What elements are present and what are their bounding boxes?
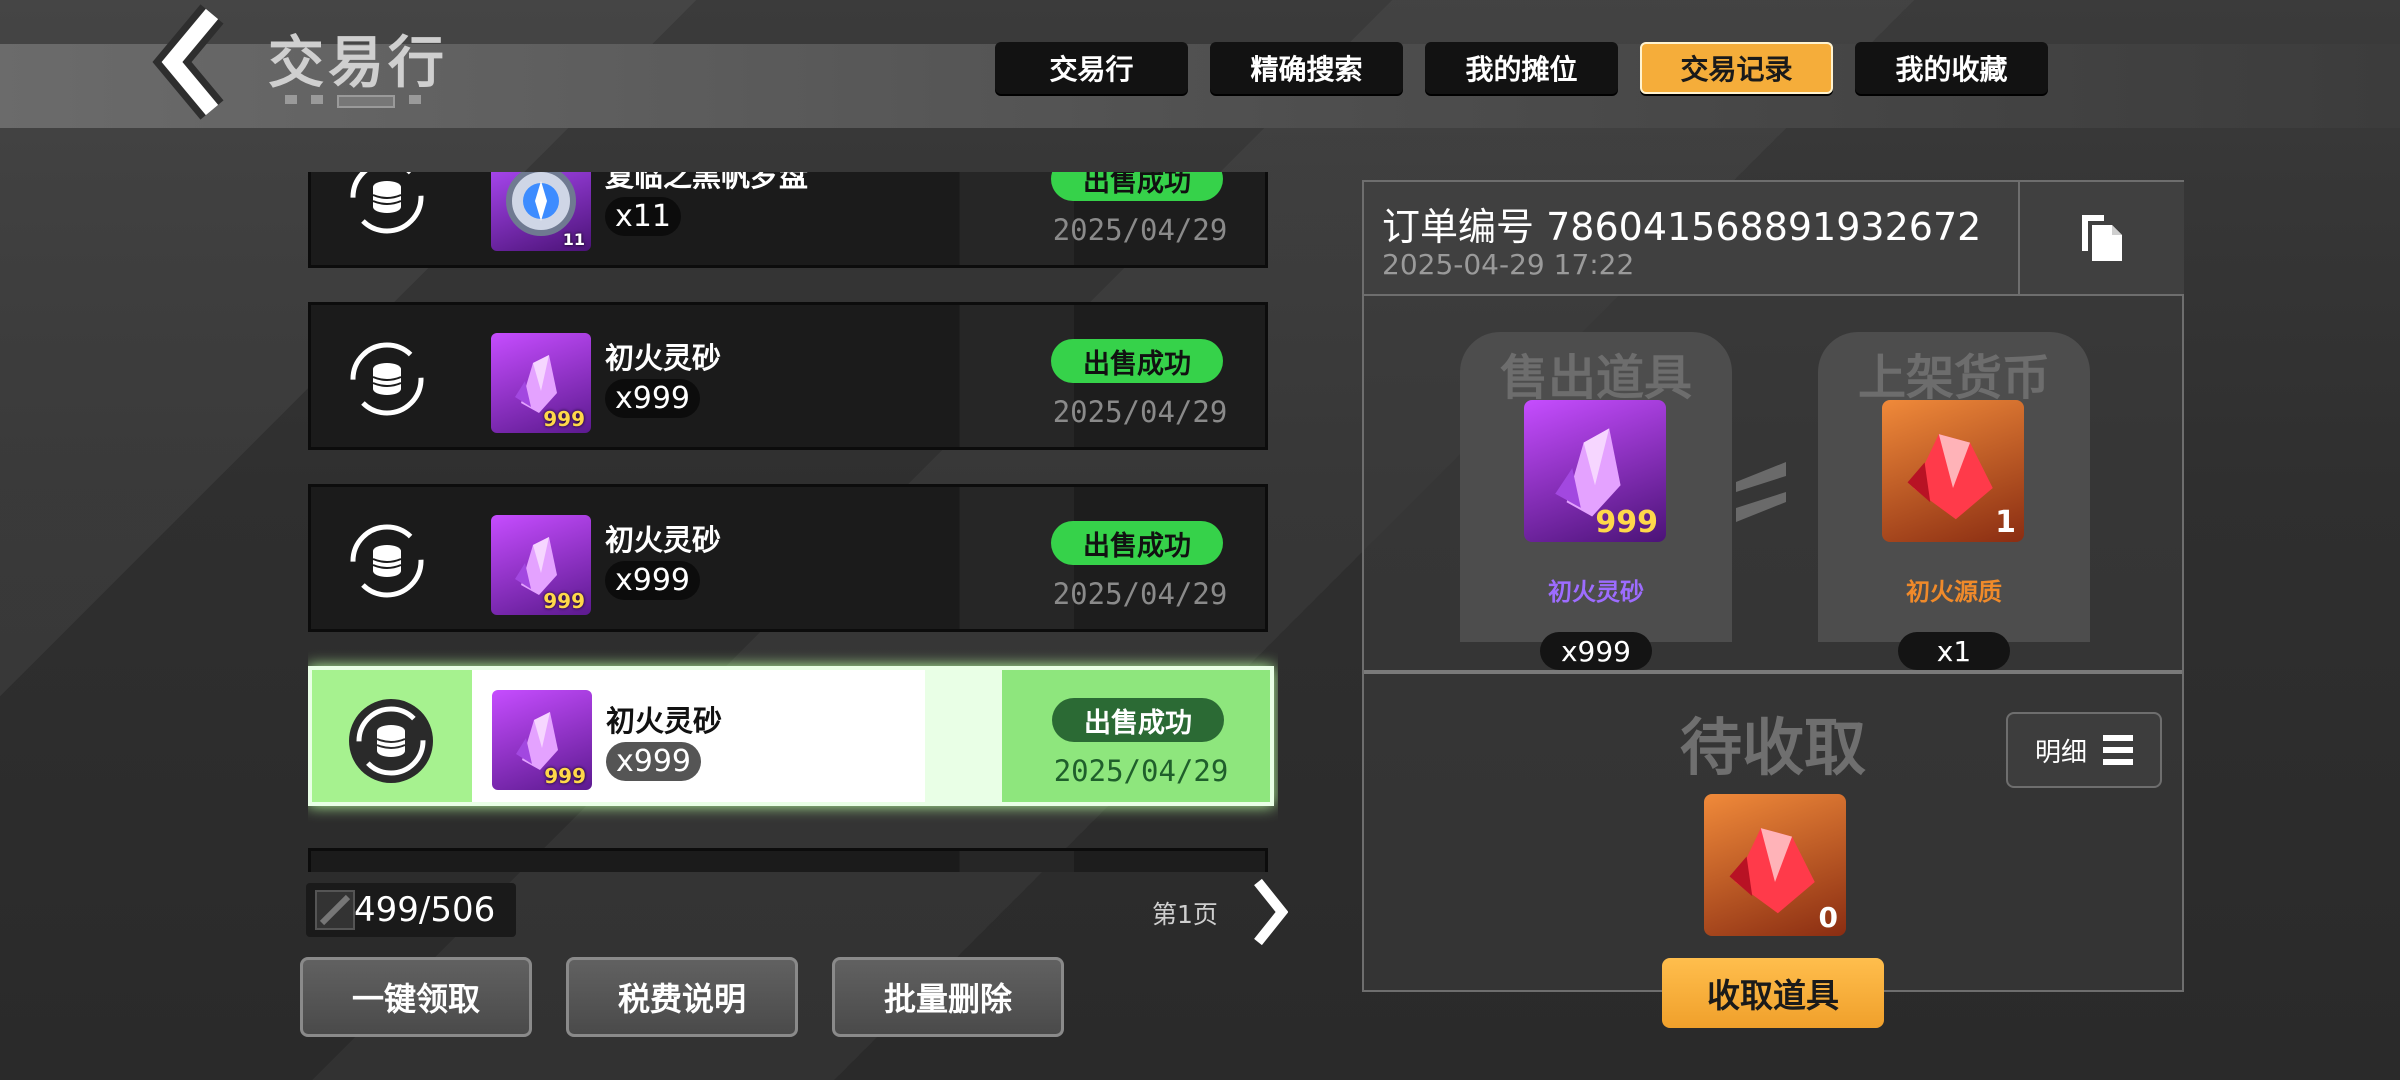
page-title: 交易行 bbox=[268, 31, 448, 96]
item-count: x999 bbox=[606, 742, 702, 781]
listing-currency-name: 初火源质 bbox=[1906, 578, 2002, 606]
listing-currency-count: x1 bbox=[1898, 632, 2010, 670]
batch-delete-button[interactable]: 批量删除 bbox=[832, 957, 1064, 1037]
order-number: 786041568891932672 bbox=[1546, 205, 1982, 249]
compass-icon: 11 bbox=[491, 172, 591, 251]
tab-bar: 交易行 精确搜索 我的摊位 交易记录 我的收藏 bbox=[995, 42, 2048, 94]
currency-cycle-icon bbox=[349, 699, 433, 783]
tab-my-stall[interactable]: 我的摊位 bbox=[1425, 42, 1618, 94]
collect-items-button[interactable]: 收取道具 bbox=[1662, 958, 1884, 1028]
record-row-selected[interactable]: 999 初火灵砂 x999 出售成功 2025/04/29 bbox=[308, 666, 1274, 806]
status-badge: 出售成功 bbox=[1051, 172, 1223, 201]
currency-cycle-icon bbox=[350, 342, 424, 416]
status-badge: 出售成功 bbox=[1052, 698, 1224, 742]
tab-market[interactable]: 交易行 bbox=[995, 42, 1188, 94]
item-quantity: 999 bbox=[543, 589, 585, 613]
purple-crystal-icon: 999 bbox=[1524, 400, 1666, 542]
order-detail-panel: 订单编号 786041568891932672 2025-04-29 17:22… bbox=[1362, 180, 2184, 992]
edit-icon bbox=[315, 890, 355, 930]
record-row[interactable] bbox=[308, 848, 1268, 872]
item-quantity: 11 bbox=[562, 230, 585, 249]
tab-trade-records[interactable]: 交易记录 bbox=[1640, 42, 1833, 94]
currency-cycle-icon bbox=[350, 172, 424, 234]
sold-item-name: 初火灵砂 bbox=[1548, 578, 1644, 606]
item-count: x999 bbox=[605, 379, 701, 418]
chevron-left-icon bbox=[152, 4, 224, 120]
item-name: 初火灵砂 bbox=[606, 704, 723, 738]
divider bbox=[1364, 670, 2182, 674]
title-decoration bbox=[285, 95, 421, 108]
item-quantity: 999 bbox=[543, 407, 585, 431]
item-quantity: 999 bbox=[1595, 505, 1658, 540]
record-count-value: 499/506 bbox=[354, 890, 496, 930]
listing-currency-title: 上架货币 bbox=[1857, 350, 2050, 406]
listing-currency-card: 上架货币 1 初火源质 bbox=[1818, 332, 2090, 642]
claim-all-button[interactable]: 一键领取 bbox=[300, 957, 532, 1037]
record-row[interactable]: 999 初火灵砂 x999 出售成功 2025/04/29 bbox=[308, 302, 1268, 450]
red-crystal-icon: 1 bbox=[1882, 400, 2024, 542]
details-button[interactable]: 明细 bbox=[2006, 712, 2162, 788]
item-quantity: 0 bbox=[1818, 901, 1838, 934]
purple-crystal-icon: 999 bbox=[491, 515, 591, 615]
tab-precise-search[interactable]: 精确搜索 bbox=[1210, 42, 1403, 94]
record-counter: 499/506 bbox=[306, 883, 516, 937]
item-quantity: 999 bbox=[544, 764, 586, 788]
record-row[interactable]: 999 初火灵砂 x999 出售成功 2025/04/29 bbox=[308, 484, 1268, 632]
record-date: 2025/04/29 bbox=[1053, 754, 1229, 788]
item-name: 初火灵砂 bbox=[605, 523, 722, 557]
item-quantity: 1 bbox=[1995, 505, 2016, 540]
purple-crystal-icon: 999 bbox=[491, 333, 591, 433]
red-crystal-icon: 0 bbox=[1704, 794, 1846, 936]
item-count: x11 bbox=[605, 197, 681, 236]
sold-item-card: 售出道具 999 初火灵砂 bbox=[1460, 332, 1732, 642]
sold-item-title: 售出道具 bbox=[1499, 350, 1692, 406]
tax-info-button[interactable]: 税费说明 bbox=[566, 957, 798, 1037]
swap-arrows-icon bbox=[1736, 462, 1786, 522]
order-time: 2025-04-29 17:22 bbox=[1382, 248, 1635, 281]
details-label: 明细 bbox=[2034, 737, 2087, 768]
status-badge: 出售成功 bbox=[1051, 339, 1223, 383]
order-number-line: 订单编号 786041568891932672 bbox=[1382, 196, 1981, 251]
record-date: 2025/04/29 bbox=[1052, 577, 1228, 611]
item-name: 初火灵砂 bbox=[605, 341, 722, 375]
list-icon bbox=[2103, 735, 2133, 765]
copy-icon bbox=[2082, 215, 2122, 261]
order-number-label: 订单编号 bbox=[1382, 205, 1535, 249]
sold-item-count: x999 bbox=[1540, 632, 1652, 670]
record-date: 2025/04/29 bbox=[1052, 395, 1228, 429]
record-date: 2025/04/29 bbox=[1052, 213, 1228, 247]
trade-record-list[interactable]: 11 复临之黑帆罗盘 x11 出售成功 2025/04/29 999 初火灵砂 … bbox=[308, 172, 1278, 872]
page-number: 第1页 bbox=[1152, 900, 1218, 929]
item-name: 复临之黑帆罗盘 bbox=[605, 172, 809, 193]
chevron-right-icon[interactable] bbox=[1252, 876, 1288, 948]
purple-crystal-icon: 999 bbox=[492, 690, 592, 790]
record-row[interactable]: 11 复临之黑帆罗盘 x11 出售成功 2025/04/29 bbox=[308, 172, 1268, 268]
status-badge: 出售成功 bbox=[1051, 521, 1223, 565]
item-count: x999 bbox=[605, 561, 701, 600]
bottom-actions: 一键领取 税费说明 批量删除 bbox=[300, 957, 1064, 1037]
order-info: 订单编号 786041568891932672 2025-04-29 17:22 bbox=[1364, 182, 2020, 296]
tab-my-favorites[interactable]: 我的收藏 bbox=[1855, 42, 2048, 94]
currency-cycle-icon bbox=[350, 524, 424, 598]
copy-button[interactable] bbox=[2020, 182, 2184, 296]
back-button[interactable] bbox=[150, 0, 250, 125]
